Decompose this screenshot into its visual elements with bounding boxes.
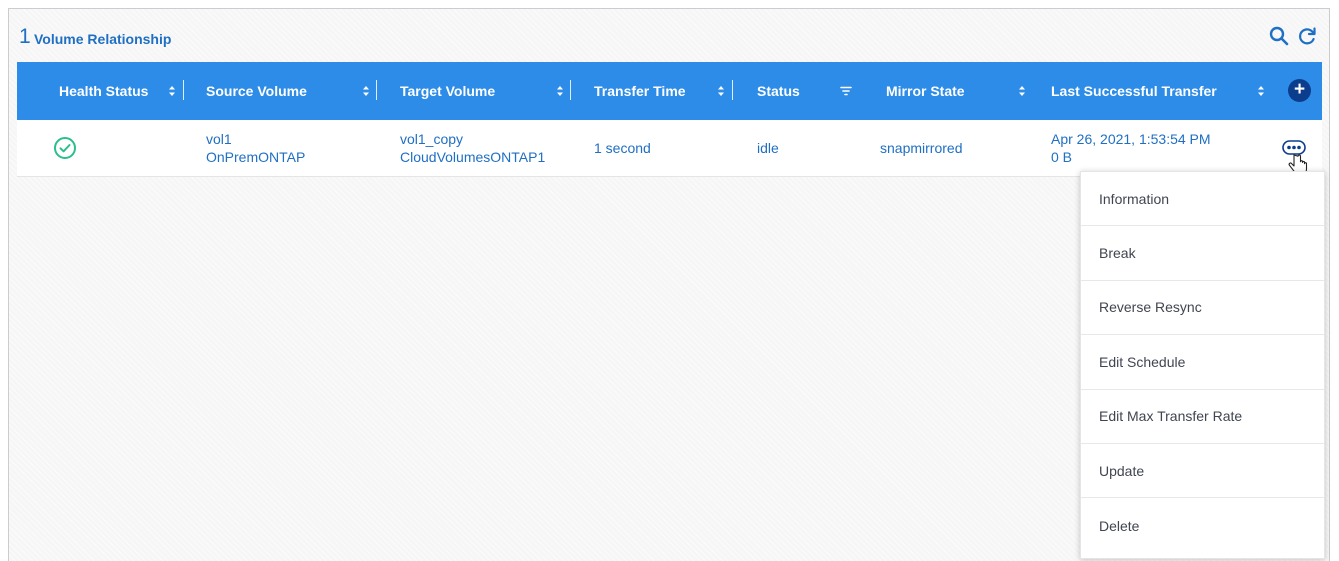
source-volume-name: vol1 [206,131,232,147]
relationships-table: Health Status Source Volume Target Volum… [17,62,1322,177]
column-header-last-successful-transfer[interactable]: Last Successful Transfer [1051,62,1217,120]
row-actions-menu: Information Break Reverse Resync Edit Sc… [1080,171,1325,559]
relationship-count: 1 [19,25,31,48]
column-divider[interactable] [376,80,377,100]
column-header-status[interactable]: Status [757,62,800,120]
column-header-health-status[interactable]: Health Status [59,62,148,120]
sort-icon[interactable] [1256,84,1266,98]
search-icon[interactable] [1267,24,1291,48]
target-system-name: CloudVolumesONTAP1 [400,149,546,165]
target-volume-cell[interactable]: vol1_copy CloudVolumesONTAP1 [400,120,545,176]
menu-item-break[interactable]: Break [1081,226,1324,281]
last-transfer-date: Apr 26, 2021, 1:53:54 PM [1051,131,1211,147]
menu-item-reverse-resync[interactable]: Reverse Resync [1081,281,1324,336]
filter-icon[interactable] [840,85,852,97]
column-divider[interactable] [732,80,733,100]
sort-icon[interactable] [361,84,371,98]
column-header-target-volume[interactable]: Target Volume [400,62,495,120]
menu-item-edit-max-transfer-rate[interactable]: Edit Max Transfer Rate [1081,390,1324,444]
title-bar: 1 Volume Relationship [9,9,1329,62]
last-transfer-size: 0 B [1051,149,1073,165]
page-title: Volume Relationship [34,31,172,47]
source-volume-cell[interactable]: vol1 OnPremONTAP [206,120,305,176]
sort-icon[interactable] [716,84,726,98]
refresh-icon[interactable] [1295,24,1319,48]
target-volume-name: vol1_copy [400,131,464,147]
last-transfer-cell: Apr 26, 2021, 1:53:54 PM 0 B [1051,120,1211,176]
menu-item-delete[interactable]: Delete [1081,498,1324,552]
healthy-check-icon [54,137,76,159]
sort-icon[interactable] [555,84,565,98]
column-header-mirror-state[interactable]: Mirror State [886,62,965,120]
menu-item-update[interactable]: Update [1081,444,1324,499]
column-divider[interactable] [570,80,571,100]
add-column-button[interactable]: + [1288,79,1311,102]
sort-icon[interactable] [1017,84,1027,98]
mirror-state-cell: snapmirrored [880,140,963,156]
menu-item-edit-schedule[interactable]: Edit Schedule [1081,335,1324,390]
source-system-name: OnPremONTAP [206,149,306,165]
table-row: vol1 OnPremONTAP vol1_copy CloudVolumesO… [17,120,1322,177]
column-divider[interactable] [183,80,184,100]
menu-item-information[interactable]: Information [1081,172,1324,227]
column-header-transfer-time[interactable]: Transfer Time [594,62,686,120]
status-cell: idle [757,140,779,156]
table-header: Health Status Source Volume Target Volum… [17,62,1322,120]
sort-icon[interactable] [167,84,177,98]
column-header-source-volume[interactable]: Source Volume [206,62,307,120]
transfer-time-cell: 1 second [594,140,651,156]
volume-relationship-panel: 1 Volume Relationship Health Status Sour… [8,8,1330,561]
